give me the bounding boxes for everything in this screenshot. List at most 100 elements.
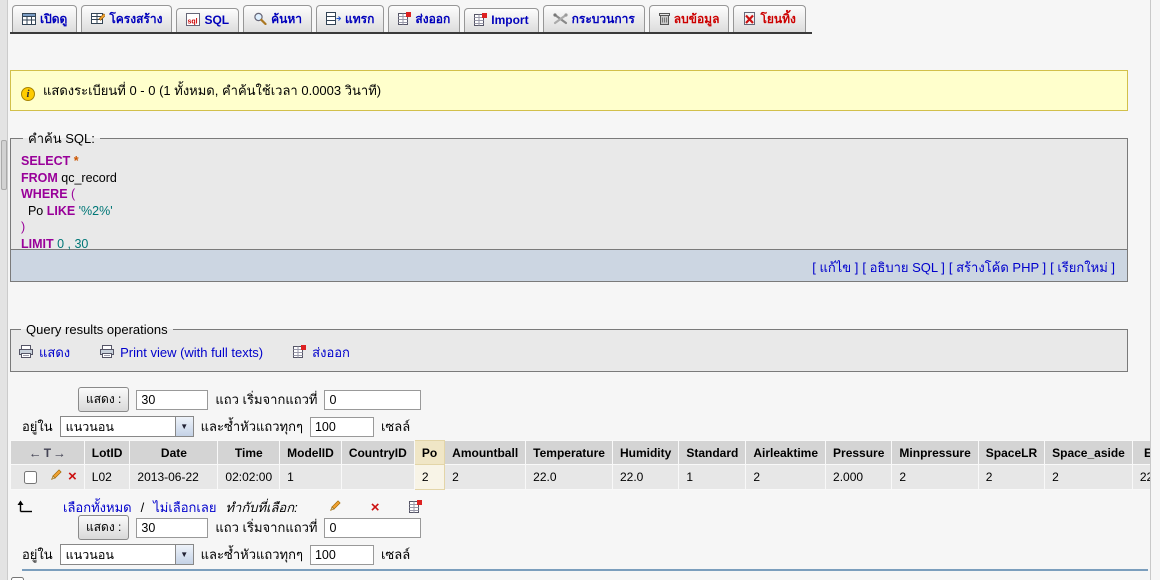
row-actions-cell: ×: [10, 464, 85, 491]
info-icon: i: [21, 87, 35, 101]
display-mode-select-bottom[interactable]: แนวนอน ▼: [59, 544, 194, 565]
show-rows-button[interactable]: แสดง :: [78, 387, 130, 412]
mode-label: อยู่ใน: [22, 419, 53, 434]
row-checkbox[interactable]: [24, 470, 37, 484]
start-row-input[interactable]: [324, 389, 422, 410]
tab-browse[interactable]: เปิดดู: [12, 5, 78, 32]
uncheck-all-link[interactable]: ไม่เลือกเลย: [153, 497, 216, 518]
table-row: × L02 2013-06-22 02:02:00 1 2 2 22.0 22.0 1 2 2.000…: [10, 464, 1150, 491]
chevron-down-icon: ▼: [174, 417, 193, 436]
query-ops-link-0[interactable]: แสดง: [19, 342, 70, 363]
next-section-divider: [22, 569, 1148, 571]
svg-text:sql: sql: [188, 19, 198, 26]
cell-Po: 2: [413, 464, 446, 491]
tab-search[interactable]: ค้นหา: [243, 5, 313, 32]
rows-count-input[interactable]: [136, 389, 209, 410]
sql-footer-link-2[interactable]: [ สร้างโค้ด PHP ]: [949, 260, 1046, 275]
start-row-input-bottom[interactable]: [324, 517, 422, 538]
sql-footer-link-0[interactable]: [ แก้ไข ]: [812, 260, 858, 275]
cell-ModelID: 1: [279, 464, 342, 491]
cell-Standard: 1: [678, 464, 747, 491]
rows-control-row: แสดง : แถว เริ่มจากแถวที่: [78, 387, 422, 412]
insert-icon: [326, 12, 342, 28]
export-selected-icon[interactable]: [409, 499, 423, 516]
tab-insert[interactable]: แทรก: [316, 5, 385, 32]
column-header-Standard[interactable]: Standard: [678, 440, 747, 466]
query-ops-link-2[interactable]: ส่งออก: [293, 342, 350, 363]
sql-line: FROM qc_record: [21, 170, 117, 185]
table-header-row: ← T → LotID Date Time ModelID CountryID Po Amount…: [10, 440, 1150, 466]
rows-count-input-bottom[interactable]: [136, 517, 209, 538]
tab-structure[interactable]: โครงสร้าง: [81, 5, 173, 32]
sql-query-box: คำค้น SQL: SELECT * FROM qc_record WHERE (…: [10, 128, 1128, 251]
sql-line: SELECT *: [21, 154, 79, 168]
sql-line: Po LIKE '%2%': [21, 203, 113, 218]
column-header-Space_aside[interactable]: Space_aside: [1044, 440, 1133, 466]
column-header-Er[interactable]: Er: [1131, 440, 1150, 466]
tab-empty[interactable]: ลบข้อมูล: [648, 5, 730, 32]
cell-Humidity: 22.0: [611, 464, 680, 491]
column-header-LotID[interactable]: LotID: [83, 440, 131, 466]
result-notice: i แสดงระเบียนที่ 0 - 0 (1 ทั้งหมด, คำค้นใ…: [10, 70, 1128, 111]
show-rows-button-bottom[interactable]: แสดง :: [78, 515, 130, 540]
column-header-Airleaktime[interactable]: Airleaktime: [745, 440, 827, 466]
cell-SpaceLR: 2: [977, 464, 1046, 491]
mode-control-row: อยู่ใน แนวนอน ▼ และซ้ำหัวแถวทุกๆ เซลล์: [22, 415, 421, 438]
frame-resize-handle[interactable]: [1, 140, 7, 190]
column-header-Po[interactable]: Po: [413, 440, 446, 466]
column-header-CountryID[interactable]: CountryID: [340, 440, 415, 466]
query-ops-link-label: ส่งออก: [312, 345, 350, 360]
tab-label: Import: [491, 13, 529, 27]
edit-pencil-icon[interactable]: [49, 469, 62, 485]
frame-divider[interactable]: [0, 0, 8, 580]
display-mode-value: แนวนอน: [65, 547, 114, 562]
cell-Space_aside: 2: [1044, 464, 1133, 491]
query-ops-link-1[interactable]: Print view (with full texts): [100, 344, 263, 361]
column-header-Amountball[interactable]: Amountball: [444, 440, 527, 466]
cell-Temperature: 22.0: [525, 464, 613, 491]
tab-export[interactable]: ส่งออก: [388, 5, 461, 32]
column-header-SpaceLR[interactable]: SpaceLR: [977, 440, 1046, 466]
column-header-Pressure[interactable]: Pressure: [825, 440, 893, 466]
column-header-Time[interactable]: Time: [217, 440, 281, 466]
cell-Airleaktime: 2: [745, 464, 827, 491]
repeat-headers-input[interactable]: [309, 416, 374, 437]
column-header-Date[interactable]: Date: [129, 440, 219, 466]
browse-icon: [22, 13, 36, 28]
arrow-right-icon[interactable]: →: [53, 445, 66, 460]
sql-footer-link-3[interactable]: [ เรียกใหม่ ]: [1050, 260, 1115, 275]
with-selected-label: ทำกับที่เลือก:: [225, 500, 298, 515]
column-header-Temperature[interactable]: Temperature: [525, 440, 613, 466]
repeat-label: และซ้ำหัวแถวทุกๆ: [200, 419, 303, 434]
delete-selected-x-icon[interactable]: ×: [371, 500, 380, 515]
column-order-header[interactable]: ← T →: [10, 440, 85, 466]
display-mode-select[interactable]: แนวนอน ▼: [59, 416, 194, 437]
drop-icon: [743, 12, 756, 28]
tab-label: กระบวนการ: [571, 12, 635, 26]
query-ops-link-label: แสดง: [39, 345, 71, 360]
cell-Date: 2013-06-22: [129, 464, 219, 491]
column-header-ModelID[interactable]: ModelID: [279, 440, 342, 466]
tab-import[interactable]: Import: [464, 8, 539, 32]
sql-line: ): [21, 220, 26, 234]
delete-x-icon[interactable]: ×: [68, 468, 77, 485]
arrow-left-icon[interactable]: ←: [29, 445, 42, 460]
tab-drop[interactable]: โยนทิ้ง: [733, 5, 806, 32]
results-table: ← T → LotID Date Time ModelID CountryID Po Amount…: [10, 440, 1150, 491]
repeat-label: และซ้ำหัวแถวทุกๆ: [200, 547, 303, 562]
sql-footer-link-1[interactable]: [ อธิบาย SQL ]: [862, 260, 945, 275]
export-icon: [293, 344, 307, 361]
column-toggle-icon[interactable]: T: [44, 446, 51, 460]
column-header-Minpressure[interactable]: Minpressure: [891, 440, 979, 466]
results-table-wrap: ← T → LotID Date Time ModelID CountryID Po Amount…: [10, 440, 1150, 491]
cell-Time: 02:02:00: [217, 464, 281, 491]
tab-operations[interactable]: กระบวนการ: [542, 5, 645, 32]
repeat-headers-input-bottom[interactable]: [309, 544, 374, 565]
edit-selected-pencil-icon[interactable]: [328, 499, 341, 516]
chevron-down-icon: ▼: [174, 545, 193, 564]
operations-icon: [553, 13, 568, 28]
selection-actions-row: เลือกทั้งหมด / ไม่เลือกเลย ทำกับที่เลือก: ×: [16, 497, 423, 518]
tab-sql[interactable]: sql SQL: [176, 8, 240, 32]
rows-control-row-bottom: แสดง : แถว เริ่มจากแถวที่: [78, 515, 422, 540]
column-header-Humidity[interactable]: Humidity: [611, 440, 680, 466]
